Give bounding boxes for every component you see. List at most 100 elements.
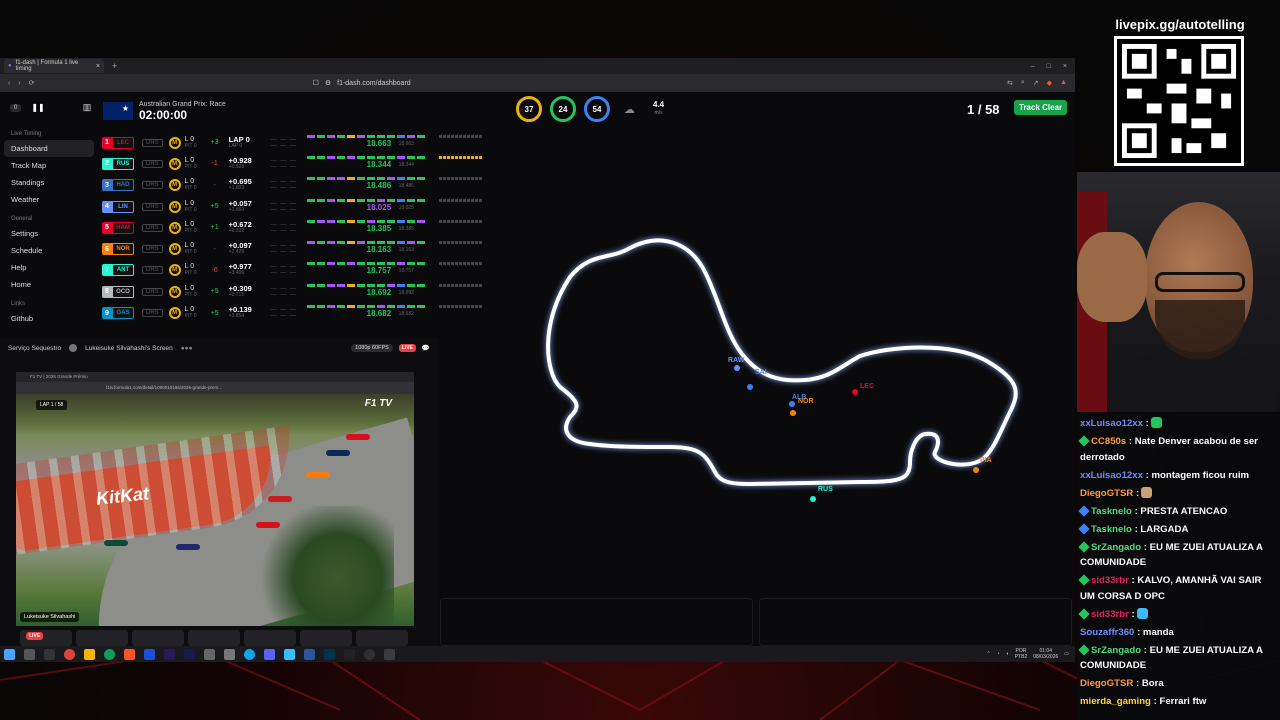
volume-icon[interactable]: ◖ — [1006, 651, 1009, 657]
forward-icon[interactable]: › — [18, 80, 20, 87]
chat-username[interactable]: Tasknelo — [1091, 524, 1132, 535]
chrome-icon[interactable] — [64, 648, 75, 660]
steam-icon[interactable] — [44, 648, 55, 660]
leaderboard-row[interactable]: 3 HAD DRS M L 0 PIT 0 - +0.695 +1.603 — … — [102, 175, 522, 196]
edge-icon[interactable] — [244, 648, 255, 660]
close-window-icon[interactable]: × — [1063, 63, 1067, 70]
f1dash-favicon-icon: ● — [8, 63, 12, 69]
notepad-icon[interactable] — [284, 648, 295, 660]
url-field[interactable]: f1-dash.com/dashboard — [337, 80, 411, 87]
audition-icon[interactable] — [324, 648, 335, 660]
chat-username[interactable]: xxLuisao12xx — [1080, 418, 1143, 429]
app-icon[interactable] — [384, 648, 395, 660]
discord-icon[interactable] — [264, 648, 275, 660]
share-icon[interactable]: ↗ — [1033, 79, 1039, 87]
windows-start-icon[interactable] — [4, 648, 15, 660]
browser-tab[interactable]: ● f1-dash | Formula 1 live timing × — [4, 59, 104, 73]
stream-chat: xxLuisao12xx : CC850s : Nate Denver acabo… — [1077, 414, 1280, 720]
minimize-icon[interactable]: – — [1031, 63, 1035, 70]
word-icon[interactable] — [304, 648, 315, 660]
media-encoder-icon[interactable] — [184, 648, 195, 660]
settings-icon[interactable] — [224, 648, 235, 660]
sector-times: 18.025 18.025 — [306, 197, 485, 217]
tray-expand-icon[interactable]: ⌃ — [986, 651, 990, 657]
sidebar-item-weather[interactable]: Weather — [0, 191, 98, 208]
leaderboard-row[interactable]: 6 NOR DRS M L 0 PIT 0 - +0.097 +2.429 — … — [102, 238, 522, 259]
chat-username[interactable]: sid33rbr — [1091, 575, 1129, 586]
sidebar-item-schedule[interactable]: Schedule — [0, 242, 98, 259]
car — [326, 450, 350, 456]
app-icon[interactable] — [144, 648, 155, 660]
folder-icon[interactable] — [84, 648, 95, 660]
rewards-icon[interactable]: ▲ — [1060, 79, 1067, 87]
chat-username[interactable]: DiegoGTSR — [1080, 678, 1133, 689]
mini-sectors — [306, 262, 425, 266]
pause-icon[interactable]: ❚❚ — [31, 103, 44, 112]
thumbnail[interactable] — [244, 630, 296, 646]
leaderboard-row[interactable]: 7 ANT DRS M L 0 PIT 0 -6 +0.977 +3.406 —… — [102, 260, 522, 281]
medium-tyre-icon: M — [168, 285, 181, 298]
mini-sectors — [306, 283, 425, 287]
reload-icon[interactable]: ⟳ — [29, 79, 35, 87]
leaderboard-row[interactable]: 2 RUS DRS M L 0 PIT 0 -1 +0.928 +0.928 —… — [102, 153, 522, 174]
sidebar-item-dashboard[interactable]: Dashboard — [4, 140, 94, 157]
gap-to-ahead: +0.695 — [228, 177, 252, 187]
sidebar-item-help[interactable]: Help — [0, 259, 98, 276]
network-icon[interactable]: ◔ — [997, 651, 1000, 657]
leaderboard-row[interactable]: 9 GAS DRS M L 0 PIT 0 +5 +0.139 +3.854 —… — [102, 302, 522, 323]
sidebar-item-home[interactable]: Home — [0, 276, 98, 293]
keyboard-layout[interactable]: PTB2 — [1015, 654, 1028, 660]
thumbnail[interactable] — [76, 630, 128, 646]
leaderboard-row[interactable]: 5 HAM DRS M L 0 PIT 0 +1 +0.672 +2.332 —… — [102, 217, 522, 238]
leaderboard-row[interactable]: 8 OCO DRS M L 0 PIT 0 +5 +0.309 +3.715 —… — [102, 281, 522, 302]
thumbnail[interactable] — [132, 630, 184, 646]
gap-to-ahead: +0.309 — [228, 283, 252, 293]
close-tab-icon[interactable]: × — [96, 63, 100, 70]
clock-date[interactable]: 08/03/2026 — [1033, 654, 1058, 660]
chat-username[interactable]: xxLuisao12xx — [1080, 470, 1143, 481]
chat-username[interactable]: Tasknelo — [1091, 506, 1132, 517]
chat-username[interactable]: DiegoGTSR — [1080, 488, 1133, 499]
chat-bubble-icon[interactable]: 💬 — [422, 344, 430, 352]
sidebar-toggle-icon[interactable]: ▥ — [83, 102, 92, 113]
capcut-icon[interactable] — [344, 648, 355, 660]
sidebar-item-settings[interactable]: Settings — [0, 225, 98, 242]
position-badge: 7 ANT — [102, 264, 134, 277]
sector-time: 18.025 — [366, 202, 392, 212]
thumbnail[interactable] — [356, 630, 408, 646]
notifications-icon[interactable]: ▭ — [1064, 651, 1069, 657]
chrome-icon[interactable] — [104, 648, 115, 660]
maximize-icon[interactable]: □ — [1047, 63, 1051, 70]
leaderboard-row[interactable]: 1 LEC DRS M L 0 PIT 0 +3 LAP 0 LAP 0 — —… — [102, 132, 522, 153]
obs-icon[interactable] — [364, 648, 375, 660]
sector-time: 18.682 — [366, 309, 392, 319]
sidebar-item-track-map[interactable]: Track Map — [0, 157, 98, 174]
chat-username[interactable]: mierda_gaming — [1080, 696, 1151, 707]
chat-username[interactable]: sid33rbr — [1091, 609, 1129, 620]
chat-username[interactable]: CC850s — [1091, 436, 1126, 447]
zoom-icon[interactable]: ⌕ — [1021, 79, 1025, 87]
bookmark-icon[interactable]: ☐ — [313, 79, 319, 87]
brave-icon[interactable] — [124, 648, 135, 660]
new-tab-icon[interactable]: + — [112, 61, 117, 71]
sidebar-item-github[interactable]: Github — [0, 310, 98, 327]
brave-shield-icon[interactable]: ◆ — [1047, 79, 1052, 87]
sidebar-item-standings[interactable]: Standings — [0, 174, 98, 191]
badge-icon — [1078, 435, 1090, 447]
leaderboard-row[interactable]: 4 LIN DRS M L 0 PIT 0 +5 +0.057 +1.660 —… — [102, 196, 522, 217]
chat-username[interactable]: Souzaffr360 — [1080, 627, 1134, 638]
delay-input[interactable]: 0 — [10, 103, 22, 112]
translate-icon[interactable]: ⇆ — [1007, 79, 1013, 87]
calculator-icon[interactable] — [204, 648, 215, 660]
thumbnail[interactable] — [188, 630, 240, 646]
driver-label: RAW — [728, 357, 745, 364]
back-icon[interactable]: ‹ — [8, 80, 10, 87]
chat-username[interactable]: SrZangado — [1091, 542, 1141, 553]
lap-counter: 1 / 58 — [967, 102, 1000, 117]
site-info-icon[interactable]: ⚙ — [325, 79, 331, 87]
chat-username[interactable]: SrZangado — [1091, 645, 1141, 656]
task-view-icon[interactable] — [24, 648, 35, 660]
thumbnail[interactable] — [300, 630, 352, 646]
medium-tyre-icon: M — [168, 200, 181, 213]
premiere-icon[interactable] — [164, 648, 175, 660]
